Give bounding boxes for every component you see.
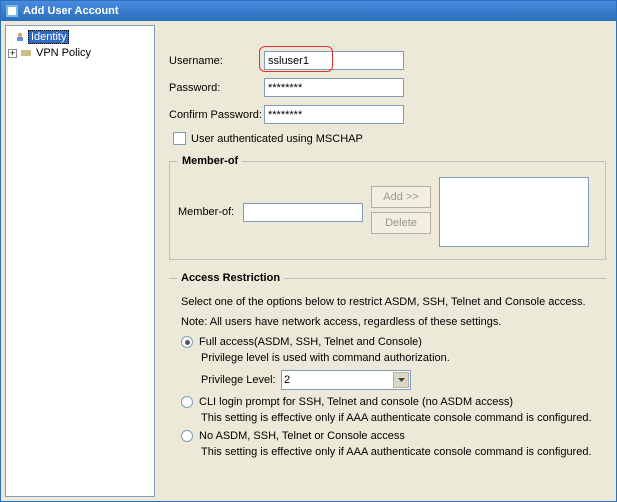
sidebar: Identity + VPN Policy <box>5 25 155 497</box>
tree-label-identity: Identity <box>28 30 69 44</box>
tree-item-vpn-policy[interactable]: + VPN Policy <box>6 46 154 60</box>
add-button[interactable]: Add >> <box>371 186 431 208</box>
member-of-listbox[interactable] <box>439 177 589 247</box>
expander-icon[interactable]: + <box>8 49 17 58</box>
confirm-password-label: Confirm Password: <box>169 109 264 121</box>
titlebar: Add User Account <box>1 1 616 21</box>
app-icon <box>5 4 19 18</box>
access-restriction-fieldset: Access Restriction Select one of the opt… <box>169 272 606 464</box>
window-title: Add User Account <box>23 5 119 17</box>
confirm-password-input[interactable] <box>264 105 404 124</box>
tree-label-vpn: VPN Policy <box>34 47 93 59</box>
password-label: Password: <box>169 82 264 94</box>
no-access-subtext: This setting is effective only if AAA au… <box>201 446 598 458</box>
radio-no-access[interactable] <box>181 430 193 442</box>
member-of-legend: Member-of <box>178 155 242 167</box>
privilege-level-value: 2 <box>284 374 290 386</box>
radio-full-access-label: Full access(ASDM, SSH, Telnet and Consol… <box>199 336 422 348</box>
mschap-checkbox[interactable] <box>173 132 186 145</box>
access-intro-2: Note: All users have network access, reg… <box>181 316 598 328</box>
privilege-level-label: Privilege Level: <box>201 374 281 386</box>
username-label: Username: <box>169 55 264 67</box>
identity-icon <box>14 31 26 43</box>
username-input[interactable] <box>264 51 404 70</box>
radio-cli-login-label: CLI login prompt for SSH, Telnet and con… <box>199 396 513 408</box>
tree-item-identity[interactable]: Identity <box>6 28 154 46</box>
member-of-fieldset: Member-of Member-of: Add >> Delete <box>169 155 606 260</box>
full-access-subtext: Privilege level is used with command aut… <box>201 352 598 364</box>
privilege-level-select[interactable]: 2 <box>281 370 411 390</box>
cli-login-subtext: This setting is effective only if AAA au… <box>201 412 598 424</box>
password-input[interactable] <box>264 78 404 97</box>
delete-button[interactable]: Delete <box>371 212 431 234</box>
member-of-input[interactable] <box>243 203 363 222</box>
vpn-icon <box>20 47 32 59</box>
access-intro-1: Select one of the options below to restr… <box>181 296 598 308</box>
window-body: Identity + VPN Policy Username: Password… <box>1 21 616 501</box>
radio-cli-login[interactable] <box>181 396 193 408</box>
access-restriction-legend: Access Restriction <box>177 272 284 284</box>
mschap-label: User authenticated using MSCHAP <box>191 133 363 145</box>
content-pane: Username: Password: Confirm Password: Us… <box>159 21 616 501</box>
radio-no-access-label: No ASDM, SSH, Telnet or Console access <box>199 430 405 442</box>
member-of-label: Member-of: <box>178 206 243 218</box>
dropdown-arrow-icon <box>393 372 409 388</box>
window: Add User Account Identity + VPN Policy U… <box>0 0 617 502</box>
radio-full-access[interactable] <box>181 336 193 348</box>
